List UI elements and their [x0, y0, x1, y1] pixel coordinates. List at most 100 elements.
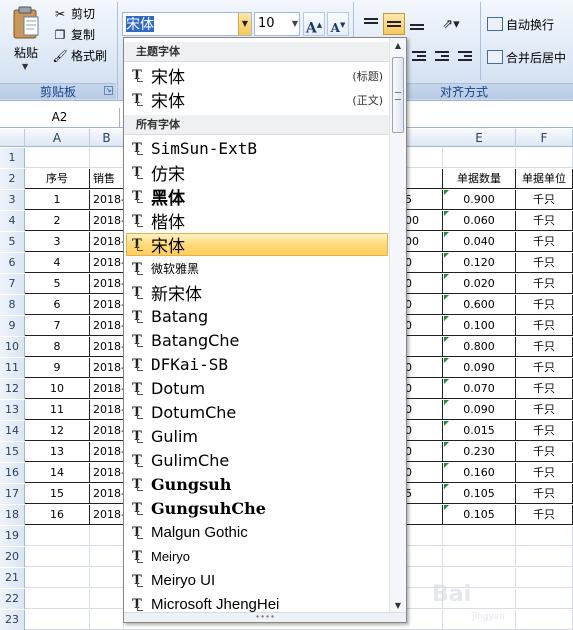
- cell-f[interactable]: [516, 148, 573, 168]
- cell-d[interactable]: 0: [405, 316, 443, 336]
- cell-b[interactable]: 2018-: [90, 421, 124, 441]
- cell-a[interactable]: 16: [25, 505, 90, 525]
- cell-b[interactable]: 2018-: [90, 358, 124, 378]
- cell-e[interactable]: 0.060: [443, 211, 516, 231]
- cell-e[interactable]: 0.105: [443, 505, 516, 525]
- cell-b[interactable]: 2018-: [90, 190, 124, 210]
- font-option[interactable]: T Malgun Gothic: [126, 521, 388, 544]
- column-header-a[interactable]: A: [25, 129, 90, 147]
- cell-a[interactable]: 12: [25, 421, 90, 441]
- cell-e[interactable]: [443, 526, 516, 546]
- cell-a[interactable]: 15: [25, 484, 90, 504]
- row-header[interactable]: 3: [0, 190, 25, 210]
- cell-a[interactable]: 5: [25, 274, 90, 294]
- increase-indent-button[interactable]: [454, 46, 476, 68]
- paste-button[interactable]: 粘贴 ▼: [4, 4, 48, 78]
- chevron-down-icon[interactable]: ▼: [238, 13, 251, 35]
- cell-f[interactable]: 千只: [516, 316, 573, 336]
- row-header[interactable]: 8: [0, 295, 25, 315]
- font-option-theme-body[interactable]: T 宋体 (正文): [126, 88, 388, 112]
- cell-d[interactable]: [405, 337, 443, 357]
- cell-e[interactable]: 0.090: [443, 358, 516, 378]
- row-header[interactable]: 6: [0, 253, 25, 273]
- cell-e[interactable]: 单据数量: [443, 169, 516, 189]
- decrease-indent-button[interactable]: [431, 46, 453, 68]
- select-all-corner[interactable]: [0, 129, 25, 147]
- name-box[interactable]: A2: [0, 108, 120, 128]
- font-option[interactable]: T DotumChe: [126, 401, 388, 424]
- cell-f[interactable]: 千只: [516, 379, 573, 399]
- cell-b[interactable]: 2018-: [90, 316, 124, 336]
- cell-a[interactable]: 3: [25, 232, 90, 252]
- cell-b[interactable]: [90, 148, 124, 168]
- cell-e[interactable]: 0.090: [443, 400, 516, 420]
- cell-f[interactable]: 千只: [516, 484, 573, 504]
- cell-e[interactable]: 0.100: [443, 316, 516, 336]
- font-option-theme-heading[interactable]: T 宋体 (标题): [126, 64, 388, 88]
- font-option[interactable]: T DFKai-SB: [126, 353, 388, 376]
- cell-a[interactable]: 11: [25, 400, 90, 420]
- clipboard-dialog-launcher-icon[interactable]: ↘: [104, 86, 113, 95]
- cell-e[interactable]: 0.230: [443, 442, 516, 462]
- cell-d[interactable]: 0: [405, 274, 443, 294]
- align-bottom-button[interactable]: [406, 13, 428, 35]
- cell-b[interactable]: 2018-: [90, 400, 124, 420]
- row-header[interactable]: 4: [0, 211, 25, 231]
- row-header[interactable]: 16: [0, 463, 25, 483]
- cell-d[interactable]: 0: [405, 463, 443, 483]
- cell-b[interactable]: [90, 610, 124, 630]
- cell-e[interactable]: [443, 547, 516, 567]
- font-option[interactable]: T 黑体: [126, 185, 388, 209]
- chevron-down-icon[interactable]: ▼: [292, 14, 298, 34]
- cell-a[interactable]: [25, 547, 90, 567]
- cell-a[interactable]: 10: [25, 379, 90, 399]
- cell-a[interactable]: 4: [25, 253, 90, 273]
- cell-a[interactable]: [25, 610, 90, 630]
- row-header[interactable]: 7: [0, 274, 25, 294]
- font-option[interactable]: T Batang: [126, 305, 388, 328]
- cell-e[interactable]: 0.160: [443, 463, 516, 483]
- font-option[interactable]: T Dotum: [126, 377, 388, 400]
- row-header[interactable]: 15: [0, 442, 25, 462]
- cell-b[interactable]: 2018-: [90, 484, 124, 504]
- cell-a[interactable]: 1: [25, 190, 90, 210]
- cell-f[interactable]: 千只: [516, 337, 573, 357]
- font-option[interactable]: T GungsuhChe: [126, 497, 388, 520]
- cell-d[interactable]: 5: [405, 484, 443, 504]
- cell-f[interactable]: 千只: [516, 232, 573, 252]
- font-option[interactable]: T 新宋体: [126, 281, 388, 305]
- font-option[interactable]: T 仿宋: [126, 161, 388, 185]
- column-header-b[interactable]: B: [90, 129, 124, 147]
- cell-d[interactable]: 0: [405, 400, 443, 420]
- row-header[interactable]: 10: [0, 337, 25, 357]
- font-option[interactable]: T SimSun-ExtB: [126, 137, 388, 160]
- cell-a[interactable]: 8: [25, 337, 90, 357]
- font-option[interactable]: T 楷体: [126, 209, 388, 233]
- cell-d[interactable]: 0: [405, 253, 443, 273]
- merge-center-button[interactable]: 合并后居中: [487, 46, 566, 68]
- cell-b[interactable]: 2018-: [90, 295, 124, 315]
- cell-f[interactable]: [516, 526, 573, 546]
- cell-f[interactable]: 千只: [516, 442, 573, 462]
- cell-f[interactable]: 千只: [516, 463, 573, 483]
- cell-e[interactable]: [443, 148, 516, 168]
- cell-a[interactable]: [25, 589, 90, 609]
- cell-b[interactable]: [90, 526, 124, 546]
- cell-a[interactable]: [25, 568, 90, 588]
- row-header[interactable]: 19: [0, 526, 25, 546]
- dropdown-scrollbar[interactable]: ▲ ▼: [389, 38, 406, 614]
- row-header[interactable]: 17: [0, 484, 25, 504]
- cell-a[interactable]: 2: [25, 211, 90, 231]
- resize-grip[interactable]: ∙∙∙∙: [124, 612, 406, 622]
- font-size-combobox[interactable]: 10 ▼: [254, 12, 300, 36]
- align-middle-button[interactable]: [383, 13, 405, 35]
- cell-e[interactable]: 0.015: [443, 421, 516, 441]
- row-header[interactable]: 5: [0, 232, 25, 252]
- cell-d[interactable]: [405, 547, 443, 567]
- cell-a[interactable]: [25, 148, 90, 168]
- cell-d[interactable]: 5: [405, 190, 443, 210]
- cell-e[interactable]: 0.105: [443, 484, 516, 504]
- cell-d[interactable]: 00: [405, 211, 443, 231]
- font-option[interactable]: T Gungsuh: [126, 473, 388, 496]
- cell-a[interactable]: 7: [25, 316, 90, 336]
